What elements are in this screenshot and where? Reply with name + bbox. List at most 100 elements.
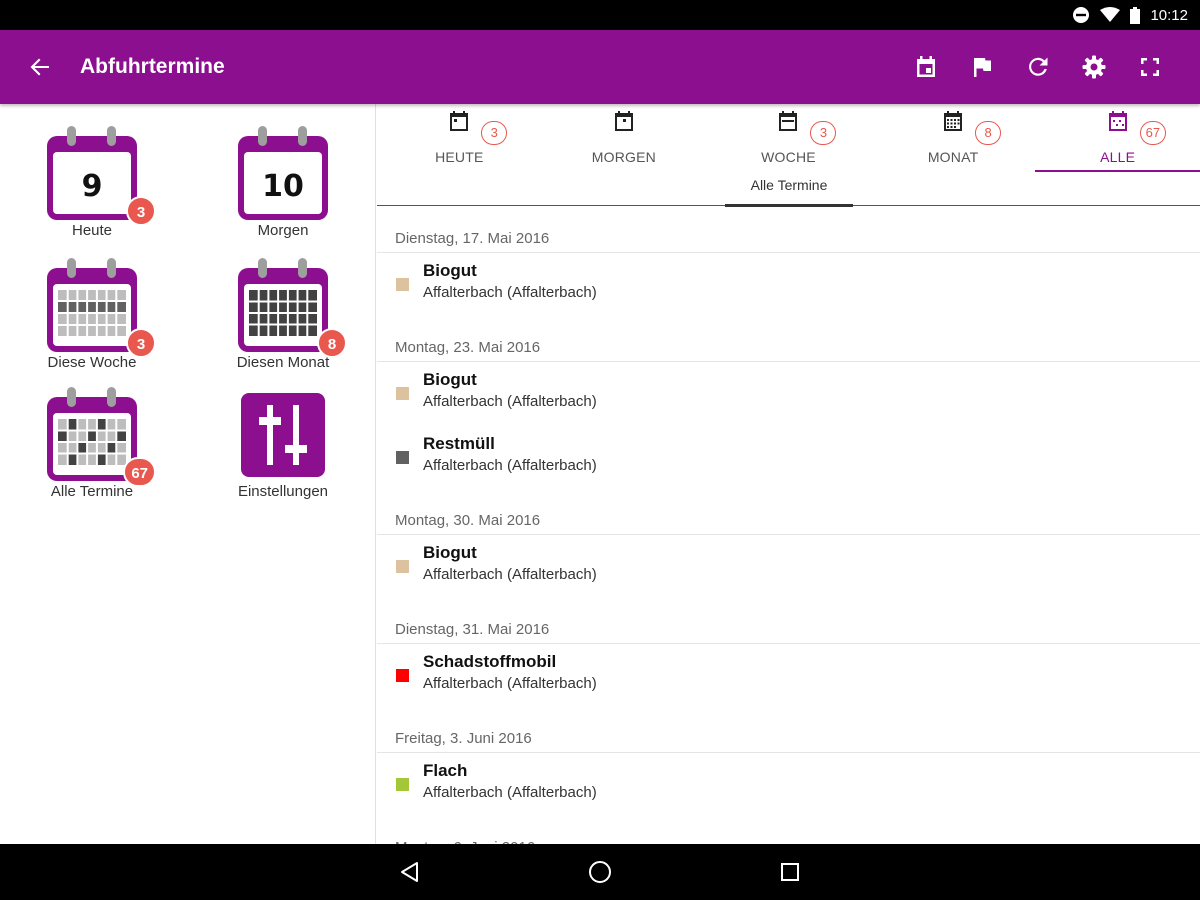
status-time: 10:12 [1150,6,1188,24]
waste-type: Restmüll [423,434,495,453]
tab-woche[interactable]: 3 WOCHE [706,104,871,170]
dashboard-panel: 9 3 Heute 10 Morgen 3 Diese Woche 8 Dies… [0,104,376,844]
tile-diesen-monat[interactable]: 8 Diesen Monat [208,256,358,371]
waste-color-swatch [396,278,409,291]
tab-bar: 3 HEUTE MORGEN 3 WOCHE 8 MONAT 67 ALLE [377,104,1200,172]
flag-button[interactable] [954,39,1010,95]
tab-label: MONAT [927,149,979,165]
waste-location: Affalterbach (Affalterbach) [423,566,597,583]
list-item[interactable]: Biogut Affalterbach (Affalterbach) [377,253,1200,317]
tab-label: HEUTE [435,149,484,165]
do-not-disturb-icon [1072,6,1090,24]
list-item[interactable]: Biogut Affalterbach (Affalterbach) [377,535,1200,599]
calendar-day-icon: 10 [238,126,328,220]
tile-diese-woche[interactable]: 3 Diese Woche [17,256,167,371]
day-header: Montag, 23. Mai 2016 [377,317,1200,362]
tile-heute[interactable]: 9 3 Heute [17,124,167,239]
day-header: Dienstag, 17. Mai 2016 [377,208,1200,253]
nav-home-button[interactable] [580,852,620,892]
day-header: Dienstag, 31. Mai 2016 [377,599,1200,644]
waste-type: Schadstoffmobil [423,652,557,671]
waste-color-swatch [396,560,409,573]
fullscreen-icon [1141,58,1159,76]
waste-type: Flach [423,761,468,780]
waste-location: Affalterbach (Affalterbach) [423,393,597,410]
waste-location: Affalterbach (Affalterbach) [423,675,597,692]
tile-badge: 8 [317,328,347,358]
waste-location: Affalterbach (Affalterbach) [423,784,597,801]
app-title: Abfuhrtermine [80,55,225,78]
tab-label: MORGEN [591,149,656,165]
square-recents-icon [781,863,799,881]
calendar-month-icon [944,111,963,131]
tile-alle-termine[interactable]: 67 Alle Termine [17,385,167,500]
nav-recents-button[interactable] [770,852,810,892]
tab-morgen[interactable]: MORGEN [542,104,707,170]
waste-color-swatch [396,669,409,682]
tile-badge: 3 [126,196,156,226]
triangle-back-icon [401,862,418,882]
day-header: Montag, 30. Mai 2016 [377,490,1200,535]
appointment-list[interactable]: Dienstag, 17. Mai 2016 Biogut Affalterba… [377,208,1200,844]
tile-einstellungen[interactable]: Einstellungen [208,385,358,500]
subtab-alle-termine[interactable]: Alle Termine [725,170,853,207]
waste-location: Affalterbach (Affalterbach) [423,284,597,301]
list-item[interactable]: Biogut Affalterbach (Affalterbach) [377,362,1200,426]
fullscreen-button[interactable] [1122,39,1178,95]
tab-monat[interactable]: 8 MONAT [871,104,1036,170]
nav-back-button[interactable] [390,852,430,892]
calendar-all-icon [1108,111,1127,131]
list-item[interactable]: Schadstoffmobil Affalterbach (Affalterba… [377,644,1200,708]
calendar-today-icon [917,56,935,77]
back-button[interactable] [0,30,80,104]
calendar-week-icon [779,111,798,131]
waste-type: Biogut [423,543,477,562]
tab-badge: 3 [810,121,837,145]
waste-color-swatch [396,778,409,791]
tile-day-number: 9 [82,169,103,204]
calendar-today-button[interactable] [898,39,954,95]
tab-heute[interactable]: 3 HEUTE [377,104,542,170]
day-header: Freitag, 3. Juni 2016 [377,708,1200,753]
tab-badge: 8 [975,121,1002,145]
tab-label: ALLE [1100,149,1136,165]
calendar-day-icon [614,111,633,131]
system-nav-bar [0,844,1200,900]
list-item[interactable]: Restmüll Affalterbach (Affalterbach) [377,426,1200,490]
refresh-icon [1029,57,1048,76]
tab-label: WOCHE [761,149,816,165]
wifi-icon [1100,7,1121,23]
settings-sliders-icon [241,393,325,477]
flag-icon [974,58,991,77]
calendar-month-icon [238,258,328,352]
settings-button[interactable] [1066,39,1122,95]
tile-badge: 67 [123,457,156,487]
tile-badge: 3 [126,328,156,358]
day-header: Montag, 6. Juni 2016 [377,817,1200,844]
tile-label: Einstellungen [237,483,329,500]
tile-morgen[interactable]: 10 Morgen [208,124,358,239]
refresh-button[interactable] [1010,39,1066,95]
waste-location: Affalterbach (Affalterbach) [423,457,597,474]
tab-badge: 3 [481,121,508,145]
app-bar: Abfuhrtermine [0,30,1200,104]
tab-badge: 67 [1139,121,1167,145]
waste-color-swatch [396,387,409,400]
appointments-panel: 3 HEUTE MORGEN 3 WOCHE 8 MONAT 67 ALLE A… [377,104,1200,844]
calendar-day-icon [450,111,469,131]
arrow-back-icon [30,58,49,76]
calendar-day-icon: 9 [47,126,137,220]
battery-icon [1130,6,1141,24]
calendar-week-icon [47,258,137,352]
subtab-bar: Alle Termine [377,170,1200,207]
settings-icon [1082,55,1106,79]
tile-label: Morgen [257,222,309,239]
circle-home-icon [589,861,611,883]
tile-day-number: 10 [262,169,304,204]
waste-color-swatch [396,451,409,464]
tab-alle[interactable]: 67 ALLE [1035,104,1200,172]
status-bar: 10:12 [0,0,1200,30]
waste-type: Biogut [423,261,477,280]
waste-type: Biogut [423,370,477,389]
list-item[interactable]: Flach Affalterbach (Affalterbach) [377,753,1200,817]
